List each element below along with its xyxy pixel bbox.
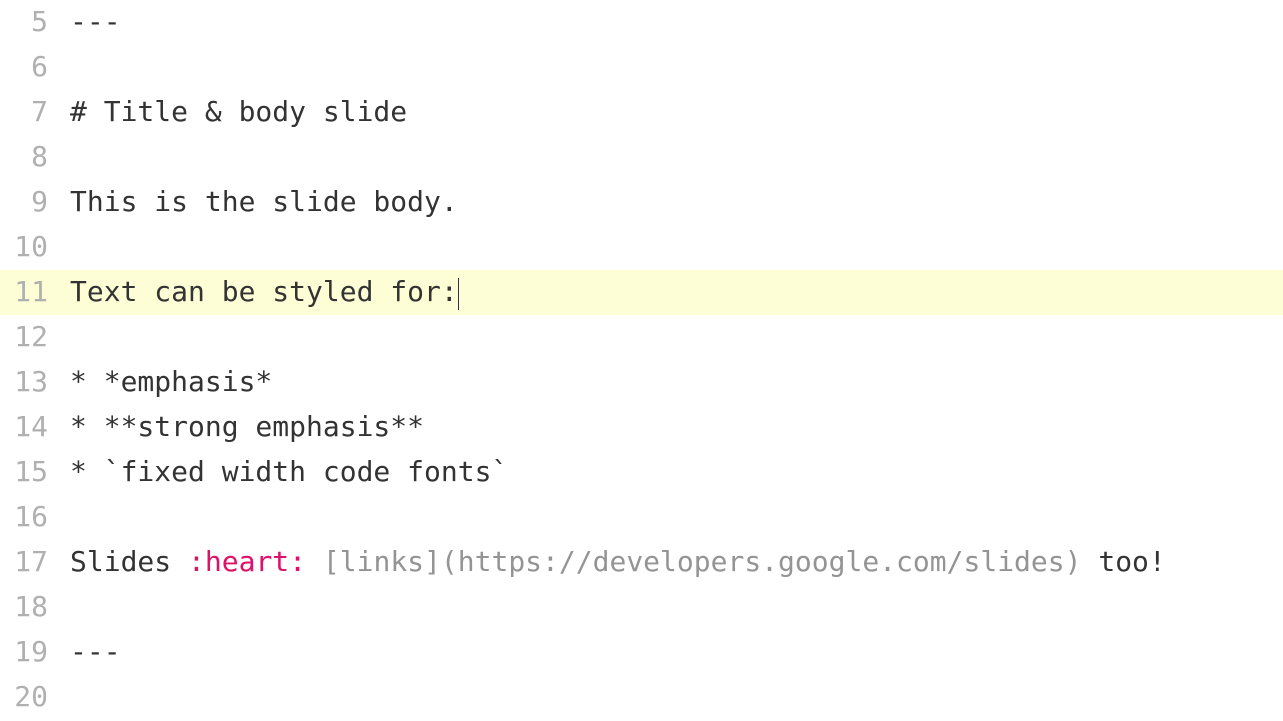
editor-line[interactable]: 7# Title & body slide <box>0 90 1283 135</box>
line-content[interactable]: * **strong emphasis** <box>70 405 424 450</box>
line-number: 9 <box>0 180 70 225</box>
editor-line[interactable]: 19--- <box>0 630 1283 675</box>
line-content[interactable]: This is the slide body. <box>70 180 458 225</box>
line-number: 6 <box>0 45 70 90</box>
line-content[interactable]: Slides :heart: [links](https://developer… <box>70 540 1166 585</box>
code-editor[interactable]: 5---67# Title & body slide89This is the … <box>0 0 1283 720</box>
line-number: 14 <box>0 405 70 450</box>
line-number: 11 <box>0 270 70 315</box>
line-number: 17 <box>0 540 70 585</box>
line-content[interactable]: Text can be styled for: <box>70 270 459 315</box>
code-segment: [links](https://developers.google.com/sl… <box>323 545 1082 578</box>
line-content[interactable]: * `fixed width code fonts` <box>70 450 508 495</box>
editor-line[interactable]: 11Text can be styled for: <box>0 270 1283 315</box>
line-content[interactable]: * *emphasis* <box>70 360 272 405</box>
text-cursor <box>458 278 460 310</box>
code-segment: --- <box>70 5 121 38</box>
code-segment: # Title & body slide <box>70 95 407 128</box>
line-number: 7 <box>0 90 70 135</box>
line-number: 19 <box>0 630 70 675</box>
editor-line[interactable]: 6 <box>0 45 1283 90</box>
code-segment: * `fixed width code fonts` <box>70 455 508 488</box>
code-segment: This is the slide body. <box>70 185 458 218</box>
code-segment <box>306 545 323 578</box>
editor-line[interactable]: 12 <box>0 315 1283 360</box>
line-number: 8 <box>0 135 70 180</box>
editor-line[interactable]: 17Slides :heart: [links](https://develop… <box>0 540 1283 585</box>
editor-line[interactable]: 20 <box>0 675 1283 720</box>
editor-line[interactable]: 10 <box>0 225 1283 270</box>
code-segment: too! <box>1081 545 1165 578</box>
editor-line[interactable]: 18 <box>0 585 1283 630</box>
editor-line[interactable]: 14* **strong emphasis** <box>0 405 1283 450</box>
editor-line[interactable]: 13* *emphasis* <box>0 360 1283 405</box>
code-segment: * *emphasis* <box>70 365 272 398</box>
line-number: 18 <box>0 585 70 630</box>
line-number: 15 <box>0 450 70 495</box>
line-content[interactable]: # Title & body slide <box>70 90 407 135</box>
editor-line[interactable]: 5--- <box>0 0 1283 45</box>
editor-line[interactable]: 9This is the slide body. <box>0 180 1283 225</box>
line-number: 13 <box>0 360 70 405</box>
line-number: 20 <box>0 675 70 720</box>
editor-line[interactable]: 15* `fixed width code fonts` <box>0 450 1283 495</box>
line-number: 5 <box>0 0 70 45</box>
line-content[interactable]: --- <box>70 630 121 675</box>
editor-line[interactable]: 8 <box>0 135 1283 180</box>
code-segment: Slides <box>70 545 188 578</box>
code-segment: :heart: <box>188 545 306 578</box>
line-number: 12 <box>0 315 70 360</box>
code-segment: --- <box>70 635 121 668</box>
code-segment: * **strong emphasis** <box>70 410 424 443</box>
line-content[interactable]: --- <box>70 0 121 45</box>
editor-line[interactable]: 16 <box>0 495 1283 540</box>
line-number: 10 <box>0 225 70 270</box>
code-segment: Text can be styled for: <box>70 275 458 308</box>
line-number: 16 <box>0 495 70 540</box>
